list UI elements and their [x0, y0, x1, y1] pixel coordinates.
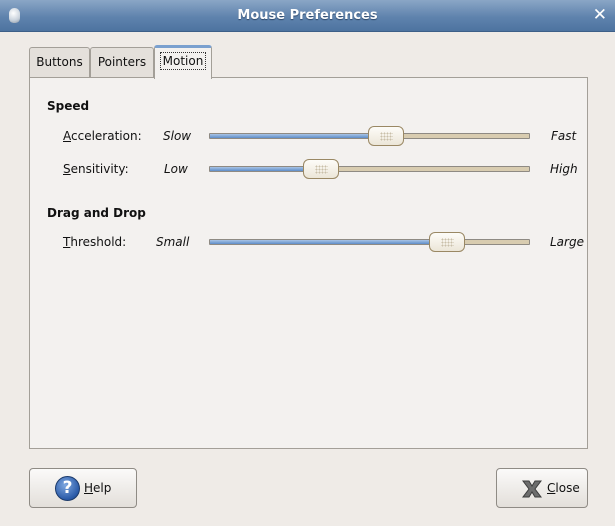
sensitivity-max-label: High: [550, 162, 578, 176]
threshold-slider[interactable]: [209, 232, 530, 252]
slider-thumb[interactable]: [367, 126, 404, 146]
acceleration-label: Acceleration:: [63, 129, 142, 143]
slider-thumb[interactable]: [303, 159, 340, 179]
threshold-label: Threshold:: [63, 235, 127, 249]
help-icon: ?: [55, 476, 80, 501]
slider-fill: [210, 240, 447, 244]
acceleration-max-label: Fast: [551, 129, 577, 143]
window-title: Mouse Preferences: [237, 8, 378, 23]
motion-panel: Speed Acceleration: Slow Fast Sensitivit…: [29, 77, 588, 449]
sensitivity-label: Sensitivity:: [63, 162, 129, 176]
tab-label: Pointers: [97, 55, 147, 69]
sensitivity-slider[interactable]: [209, 159, 530, 179]
acceleration-min-label: Slow: [163, 129, 192, 143]
slider-track: [209, 239, 530, 245]
threshold-max-label: Large: [550, 235, 584, 249]
slider-thumb[interactable]: [428, 232, 465, 252]
tab-label: Buttons: [36, 55, 83, 69]
tab-label: Motion: [159, 52, 207, 70]
speed-section-title: Speed: [47, 99, 90, 113]
tab-buttons[interactable]: Buttons: [29, 47, 90, 78]
tab-motion[interactable]: Motion: [154, 45, 212, 79]
help-button-label: Help: [84, 481, 112, 495]
close-icon: [522, 480, 542, 498]
help-button[interactable]: ? Help: [29, 468, 137, 508]
slider-fill: [210, 134, 386, 138]
drag-drop-section-title: Drag and Drop: [47, 206, 146, 220]
title-bar[interactable]: Mouse Preferences ✕: [0, 0, 615, 32]
window-close-icon[interactable]: ✕: [593, 6, 607, 24]
slider-track: [209, 166, 530, 172]
close-button-label: Close: [547, 481, 580, 495]
threshold-min-label: Small: [156, 235, 190, 249]
tab-pointers[interactable]: Pointers: [90, 47, 154, 78]
acceleration-slider[interactable]: [209, 126, 530, 146]
close-button[interactable]: Close: [496, 468, 588, 508]
sensitivity-min-label: Low: [164, 162, 188, 176]
